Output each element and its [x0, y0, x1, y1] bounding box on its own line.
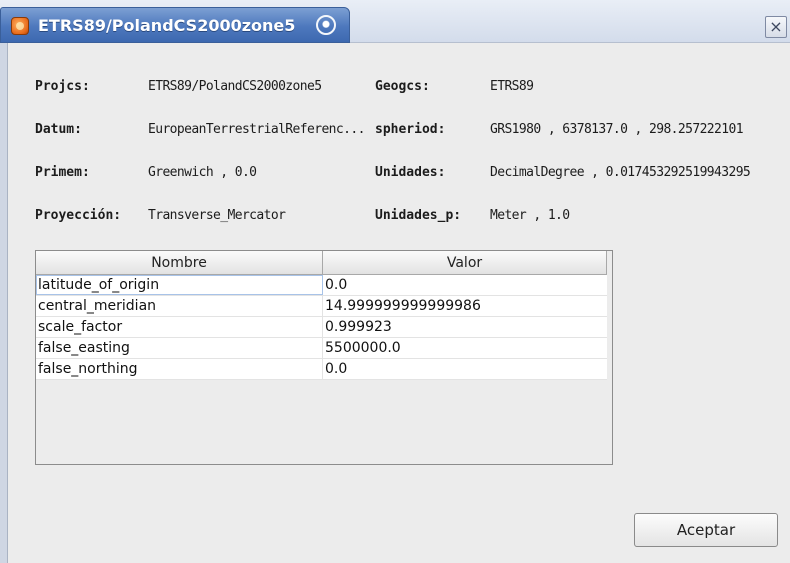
table-row[interactable]: scale_factor 0.999923: [36, 317, 607, 338]
window-title: ETRS89/PolandCS2000zone5: [38, 16, 296, 35]
crs-info-dialog: ETRS89/PolandCS2000zone5 × Projcs: ETRS8…: [0, 0, 790, 563]
unidades-label: Unidades:: [375, 165, 446, 180]
datum-label: Datum:: [35, 122, 82, 137]
table-row[interactable]: false_easting 5500000.0: [36, 338, 607, 359]
window-left-border: [0, 43, 8, 563]
param-value-cell[interactable]: 0.999923: [323, 317, 607, 337]
unidades-value: DecimalDegree , 0.017453292519943295: [490, 165, 751, 180]
param-value-cell[interactable]: 5500000.0: [323, 338, 607, 358]
param-value-cell[interactable]: 0.0: [323, 359, 607, 379]
spheriod-label: spheriod:: [375, 122, 446, 137]
close-button[interactable]: ×: [765, 16, 787, 38]
primem-value: Greenwich , 0.0: [148, 165, 257, 180]
param-value-cell[interactable]: 14.999999999999986: [323, 296, 607, 316]
accept-button[interactable]: Aceptar: [634, 513, 778, 547]
column-header-nombre[interactable]: Nombre: [36, 251, 323, 275]
datum-value: EuropeanTerrestrialReferenc...: [148, 122, 365, 137]
geogcs-value: ETRS89: [490, 79, 534, 94]
proyeccion-label: Proyección:: [35, 208, 122, 223]
parameters-table[interactable]: Nombre Valor latitude_of_origin 0.0 cent…: [35, 250, 613, 465]
unidades-p-value: Meter , 1.0: [490, 208, 570, 223]
app-icon: [11, 17, 29, 35]
param-name-cell[interactable]: false_easting: [36, 338, 323, 358]
geogcs-label: Geogcs:: [375, 79, 430, 94]
param-name-cell[interactable]: latitude_of_origin: [36, 275, 323, 295]
projcs-value: ETRS89/PolandCS2000zone5: [148, 79, 322, 94]
proyeccion-value: Transverse_Mercator: [148, 208, 286, 223]
param-name-cell[interactable]: central_meridian: [36, 296, 323, 316]
spheriod-value: GRS1980 , 6378137.0 , 298.257222101: [490, 122, 744, 137]
table-row[interactable]: central_meridian 14.999999999999986: [36, 296, 607, 317]
param-value-cell[interactable]: 0.0: [323, 275, 607, 295]
title-bar[interactable]: ETRS89/PolandCS2000zone5 ×: [0, 0, 790, 43]
pin-icon[interactable]: [316, 15, 336, 35]
table-row[interactable]: false_northing 0.0: [36, 359, 607, 380]
column-header-valor[interactable]: Valor: [323, 251, 607, 275]
projcs-label: Projcs:: [35, 79, 90, 94]
param-name-cell[interactable]: false_northing: [36, 359, 323, 379]
param-name-cell[interactable]: scale_factor: [36, 317, 323, 337]
unidades-p-label: Unidades_p:: [375, 208, 462, 223]
table-row[interactable]: latitude_of_origin 0.0: [36, 275, 607, 296]
primem-label: Primem:: [35, 165, 90, 180]
